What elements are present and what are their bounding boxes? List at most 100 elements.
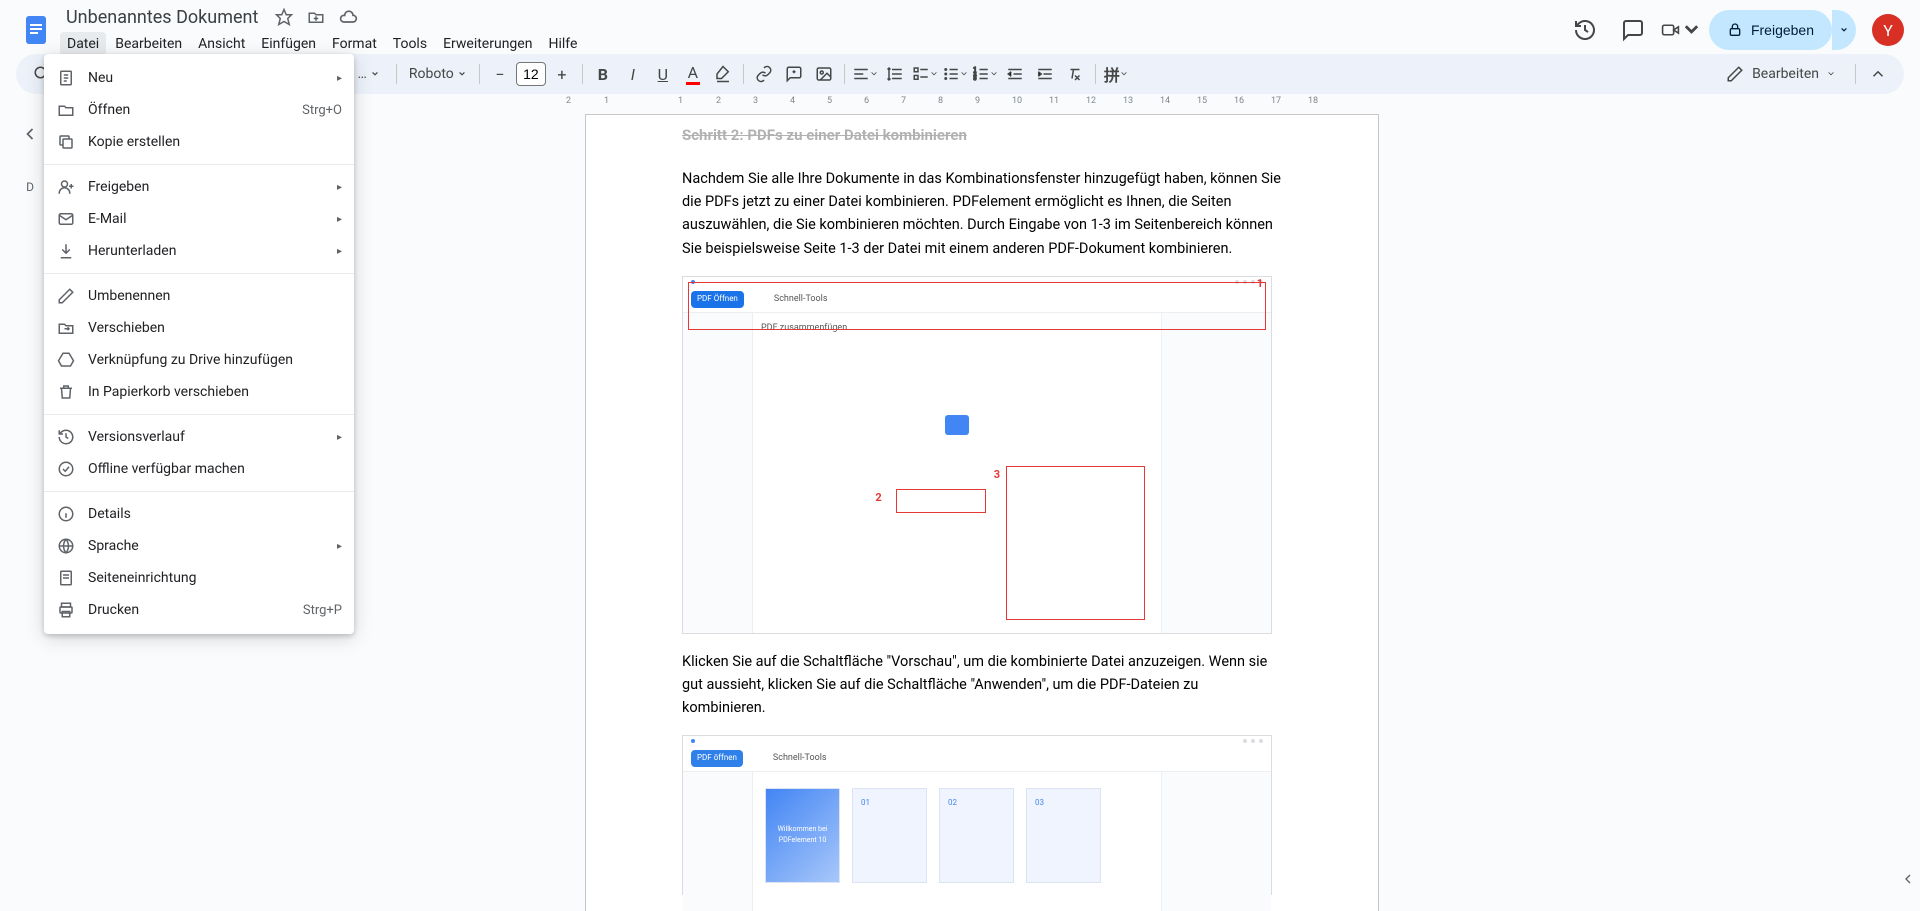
folder-icon	[56, 100, 76, 120]
italic-icon[interactable]: I	[619, 60, 647, 88]
account-avatar[interactable]: Y	[1872, 14, 1904, 46]
page: Schritt 2: PDFs zu einer Datei kombinier…	[585, 114, 1379, 911]
menu-ansicht[interactable]: Ansicht	[191, 32, 252, 56]
share-label: Freigeben	[1751, 22, 1814, 38]
share-dropdown[interactable]	[1832, 10, 1856, 50]
menu-shortcut: Strg+O	[302, 103, 342, 118]
paragraph-2: Klicken Sie auf die Schaltfläche "Vorsch…	[682, 650, 1282, 720]
editing-mode-dropdown[interactable]: Bearbeiten	[1714, 65, 1847, 83]
font-size-increase[interactable]: +	[548, 60, 576, 88]
paragraph-1: Nachdem Sie alle Ihre Dokumente in das K…	[682, 167, 1282, 260]
outline-back-icon[interactable]	[14, 118, 46, 150]
menu-hilfe[interactable]: Hilfe	[541, 32, 584, 56]
comments-icon[interactable]	[1613, 10, 1653, 50]
menubar: Datei Bearbeiten Ansicht Einfügen Format…	[60, 32, 1565, 56]
file-menu-item-öffnen[interactable]: ÖffnenStrg+O	[44, 94, 354, 126]
file-menu-item-offline-verfügbar-machen[interactable]: Offline verfügbar machen	[44, 453, 354, 485]
menu-einfuegen[interactable]: Einfügen	[254, 32, 323, 56]
share-button[interactable]: Freigeben	[1709, 10, 1832, 50]
menu-label: Details	[88, 506, 342, 522]
file-menu-item-versionsverlauf[interactable]: Versionsverlauf▸	[44, 421, 354, 453]
file-menu-item-drucken[interactable]: DruckenStrg+P	[44, 594, 354, 626]
bold-icon[interactable]: B	[589, 60, 617, 88]
star-icon[interactable]	[272, 5, 296, 29]
bullet-list-icon[interactable]	[941, 60, 969, 88]
file-menu-item-freigeben[interactable]: Freigeben▸	[44, 171, 354, 203]
document-title[interactable]: Unbenanntes Dokument	[60, 5, 264, 30]
indent-increase-icon[interactable]	[1031, 60, 1059, 88]
menu-label: E-Mail	[88, 211, 337, 227]
outline-letter: D	[26, 180, 34, 194]
file-menu-item-verschieben[interactable]: Verschieben	[44, 312, 354, 344]
line-spacing-icon[interactable]	[881, 60, 909, 88]
collapse-toolbar-icon[interactable]	[1864, 60, 1892, 88]
font-size-input[interactable]	[516, 62, 546, 86]
link-icon[interactable]	[750, 60, 778, 88]
doc-icon	[56, 68, 76, 88]
clear-format-icon[interactable]	[1061, 60, 1089, 88]
file-menu-item-seiteneinrichtung[interactable]: Seiteneinrichtung	[44, 562, 354, 594]
menu-label: Umbenennen	[88, 288, 342, 304]
heading-cutoff: Schritt 2: PDFs zu einer Datei kombinier…	[682, 123, 1282, 147]
move-icon	[56, 318, 76, 338]
embedded-image-2[interactable]: PDF öffnen Schnell-Tools Willkommen bei …	[682, 735, 1272, 895]
language-icon	[56, 536, 76, 556]
highlight-icon[interactable]	[709, 60, 737, 88]
menu-datei[interactable]: Datei	[60, 32, 106, 56]
trash-icon	[56, 382, 76, 402]
file-menu-item-kopie-erstellen[interactable]: Kopie erstellen	[44, 126, 354, 158]
menu-label: Freigeben	[88, 179, 337, 195]
mail-icon	[56, 209, 76, 229]
vertical-ruler[interactable]	[0, 110, 16, 911]
history-icon[interactable]	[1565, 10, 1605, 50]
offline-icon	[56, 459, 76, 479]
underline-icon[interactable]: U	[649, 60, 677, 88]
submenu-arrow-icon: ▸	[337, 214, 342, 225]
text-color-icon[interactable]: A	[679, 60, 707, 88]
meet-icon[interactable]	[1661, 10, 1701, 50]
numbered-list-icon[interactable]: 123	[971, 60, 999, 88]
align-icon[interactable]	[851, 60, 879, 88]
svg-text:3: 3	[973, 76, 976, 82]
menu-label: Verschieben	[88, 320, 342, 336]
menu-label: Neu	[88, 70, 337, 86]
menu-format[interactable]: Format	[325, 32, 384, 56]
file-menu-item-neu[interactable]: Neu▸	[44, 62, 354, 94]
comment-icon[interactable]	[780, 60, 808, 88]
file-menu-dropdown: Neu▸ÖffnenStrg+OKopie erstellenFreigeben…	[44, 54, 354, 634]
input-tools-icon[interactable]: 拼	[1102, 60, 1130, 88]
page-setup-icon	[56, 568, 76, 588]
menu-label: Verknüpfung zu Drive hinzufügen	[88, 352, 342, 368]
menu-erweiterungen[interactable]: Erweiterungen	[436, 32, 539, 56]
font-size-decrease[interactable]: −	[486, 60, 514, 88]
side-panel-collapse-icon[interactable]	[1896, 867, 1920, 891]
file-menu-item-verknüpfung-zu-drive-hinzufügen[interactable]: Verknüpfung zu Drive hinzufügen	[44, 344, 354, 376]
file-menu-item-e-mail[interactable]: E-Mail▸	[44, 203, 354, 235]
menu-bearbeiten[interactable]: Bearbeiten	[108, 32, 189, 56]
submenu-arrow-icon: ▸	[337, 432, 342, 443]
file-menu-item-sprache[interactable]: Sprache▸	[44, 530, 354, 562]
embedded-image-1[interactable]: PDF Öffnen Schnell-Tools PDF zusammenfüg…	[682, 276, 1272, 634]
print-icon	[56, 600, 76, 620]
image-icon[interactable]	[810, 60, 838, 88]
file-menu-item-umbenennen[interactable]: Umbenennen	[44, 280, 354, 312]
font-dropdown[interactable]: Roboto	[403, 60, 473, 88]
move-icon[interactable]	[304, 5, 328, 29]
info-icon	[56, 504, 76, 524]
file-menu-item-herunterladen[interactable]: Herunterladen▸	[44, 235, 354, 267]
copy-icon	[56, 132, 76, 152]
download-icon	[56, 241, 76, 261]
indent-decrease-icon[interactable]	[1001, 60, 1029, 88]
menu-label: Seiteneinrichtung	[88, 570, 342, 586]
menu-tools[interactable]: Tools	[386, 32, 434, 56]
docs-logo[interactable]	[16, 10, 56, 50]
drive-shortcut-icon	[56, 350, 76, 370]
rename-icon	[56, 286, 76, 306]
history-icon	[56, 427, 76, 447]
checklist-icon[interactable]	[911, 60, 939, 88]
cloud-status-icon[interactable]	[336, 5, 360, 29]
file-menu-item-details[interactable]: Details	[44, 498, 354, 530]
menu-label: Offline verfügbar machen	[88, 461, 342, 477]
menu-label: Sprache	[88, 538, 337, 554]
file-menu-item-in-papierkorb-verschieben[interactable]: In Papierkorb verschieben	[44, 376, 354, 408]
